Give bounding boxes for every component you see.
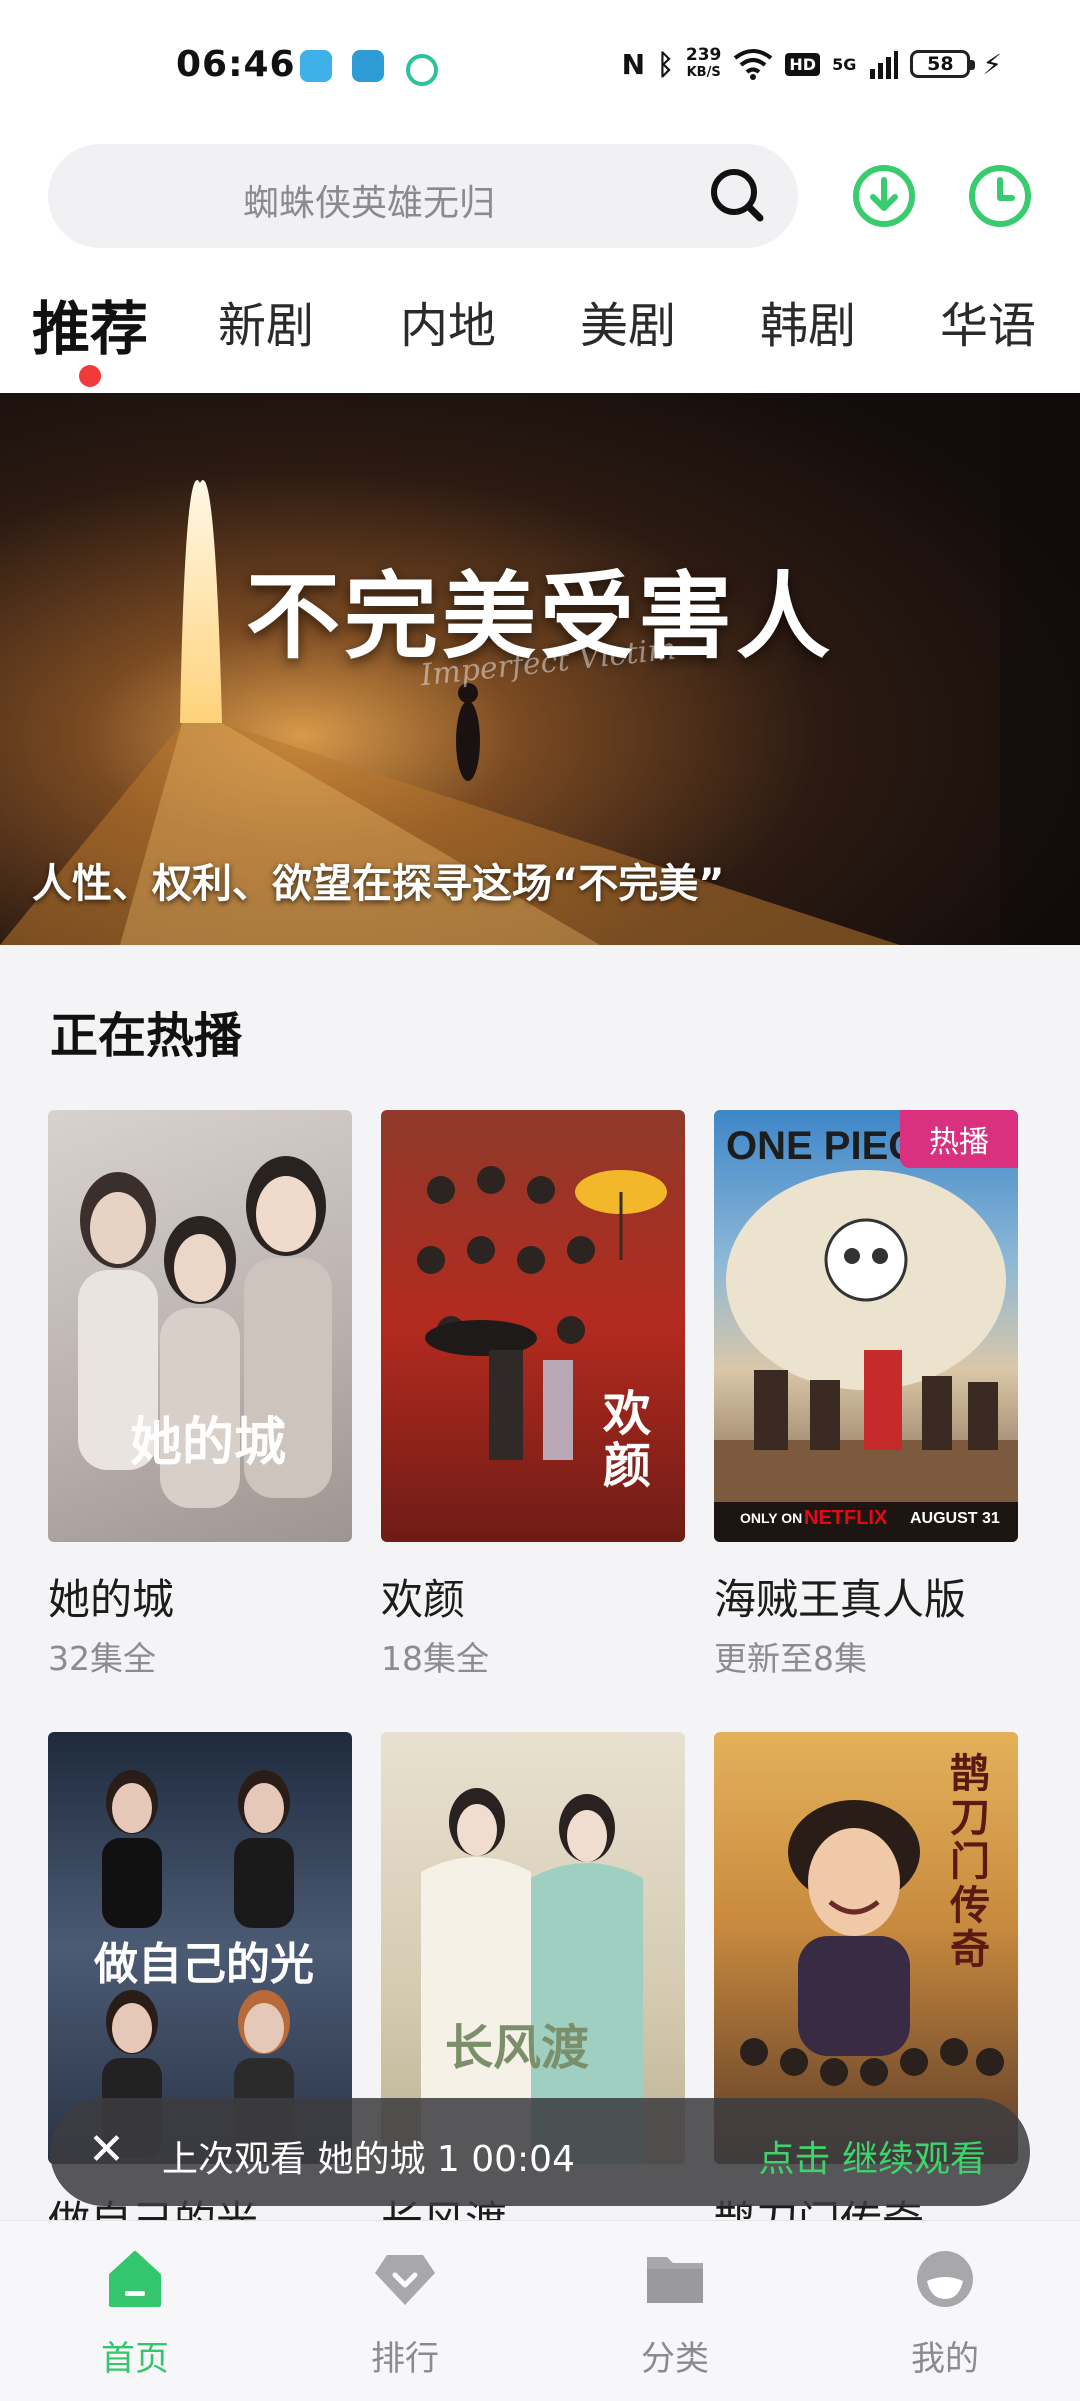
nav-home[interactable]: 首页 [35, 2247, 235, 2387]
nav-label: 首页 [101, 2339, 169, 2379]
tab-new-drama[interactable]: 新剧 [218, 286, 314, 356]
tab-recommend[interactable]: 推荐 [32, 282, 148, 366]
hot-badge: 热播 [900, 1110, 1018, 1168]
tab-mainland[interactable]: 内地 [400, 286, 496, 356]
history-clock-icon[interactable] [968, 164, 1032, 228]
shield-app-icon [300, 50, 332, 82]
netflix-logo: NETFLIX [804, 1507, 888, 1529]
charging-icon: ⚡ [982, 47, 1002, 81]
poster-title-text: 长风渡 [445, 2020, 590, 2076]
network-speed: 239 KB/S [686, 46, 722, 82]
recycle-app-icon [406, 54, 438, 86]
home-icon [109, 2251, 161, 2307]
poster-footer-left: ONLY ON [740, 1510, 803, 1526]
status-time: 06:46 [176, 44, 296, 85]
hero-banner[interactable]: 不完美受害人 Imperfect Victim 人性、权利、欲望在探寻这场“不完… [0, 393, 1080, 945]
signal-icon [870, 51, 899, 79]
search-placeholder: 蜘蛛侠英雄无归 [243, 183, 496, 224]
battery-icon: 58 [910, 50, 976, 78]
last-watched-text: 上次观看 她的城 1 00:04 [162, 2139, 575, 2180]
poster-art [714, 1170, 1018, 1542]
card-title: 她的城 [48, 1575, 175, 1624]
nav-profile[interactable]: 我的 [845, 2247, 1045, 2387]
nav-category[interactable]: 分类 [575, 2247, 775, 2387]
poster-title-text: 她的城 [130, 1412, 287, 1473]
continue-watching-button[interactable]: 点击 继续观看 [759, 2130, 986, 2182]
nav-label: 排行 [371, 2339, 439, 2379]
profile-icon [917, 2251, 973, 2307]
nfc-icon: N [621, 47, 646, 81]
nav-ranking[interactable]: 排行 [305, 2247, 505, 2387]
poster[interactable]: 她的城 [48, 1110, 352, 1542]
magic-app-icon [352, 50, 384, 82]
network-speed-unit: KB/S [686, 65, 721, 80]
network-speed-value: 239 [685, 45, 722, 65]
hd-icon: HD [785, 52, 821, 76]
poster-title-text: 欢颜 [603, 1386, 652, 1494]
poster-title-text: 做自己的光 [94, 1939, 314, 1990]
status-bar: 06:46 N ᛒ 239 KB/S HD 5G 58 ⚡ [0, 0, 1080, 135]
close-icon[interactable]: ✕ [88, 2124, 125, 2175]
card-subtitle: 18集全 [381, 1639, 489, 1678]
battery-level: 58 [927, 53, 954, 75]
bottom-nav: 首页 排行 分类 我的 [0, 2220, 1080, 2401]
folder-icon [647, 2257, 703, 2303]
poster[interactable]: ONE PIECE 热播 ONLY ON NETFLIX AUGUST 31 [714, 1110, 1018, 1542]
show-card[interactable]: ONE PIECE 热播 ONLY ON NETFLIX AUGUST 31 海… [714, 1110, 1018, 1678]
card-title: 海贼王真人版 [714, 1575, 967, 1624]
search-box[interactable]: 蜘蛛侠英雄无归 [48, 144, 798, 248]
section-title: 正在热播 [50, 1008, 243, 1064]
wifi-icon [734, 49, 773, 80]
bluetooth-icon: ᛒ [657, 47, 674, 81]
tab-korean-drama[interactable]: 韩剧 [760, 286, 856, 356]
card-subtitle: 32集全 [48, 1639, 156, 1678]
card-subtitle: 更新至8集 [714, 1639, 867, 1678]
status-indicators: N ᛒ 239 KB/S HD 5G 58 ⚡ [622, 46, 1002, 82]
tab-chinese[interactable]: 华语 [940, 286, 1036, 356]
show-card[interactable]: 她的城 她的城 32集全 [48, 1110, 352, 1678]
show-card[interactable]: 欢颜 欢颜 18集全 [381, 1110, 685, 1678]
search-icon[interactable] [708, 166, 766, 224]
nav-label: 我的 [911, 2339, 979, 2379]
continue-watching-bar[interactable]: ✕ 上次观看 她的城 1 00:04 点击 继续观看 [50, 2098, 1030, 2206]
card-title: 欢颜 [381, 1575, 466, 1624]
nav-label: 分类 [641, 2339, 709, 2379]
signal-label: 5G [832, 54, 857, 74]
category-tabs: 推荐 新剧 内地 美剧 韩剧 华语 [0, 276, 1080, 363]
ranking-icon [375, 2255, 435, 2305]
poster-title-text: 鹊刀门传奇 [950, 1750, 990, 1973]
poster-art [78, 1156, 332, 1508]
poster[interactable]: 欢颜 [381, 1110, 685, 1542]
tab-us-drama[interactable]: 美剧 [580, 286, 676, 356]
active-tab-indicator [79, 365, 101, 387]
download-icon[interactable] [852, 164, 916, 228]
banner-caption: 人性、权利、欲望在探寻这场“不完美” [32, 861, 725, 907]
poster-footer-date: AUGUST 31 [910, 1510, 1000, 1527]
